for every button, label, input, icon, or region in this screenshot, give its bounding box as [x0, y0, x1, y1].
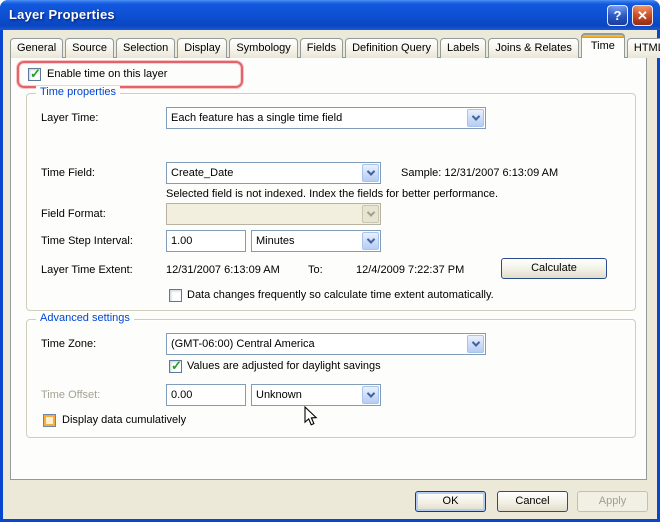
index-warning-text: Selected field is not indexed. Index the… — [166, 188, 499, 200]
time-field-value: Create_Date — [171, 167, 234, 179]
display-cumulatively-checkbox[interactable] — [43, 414, 56, 427]
window-title: Layer Properties — [9, 7, 115, 22]
chevron-down-icon[interactable] — [467, 109, 484, 127]
tab-display[interactable]: Display — [177, 38, 228, 58]
auto-calculate-checkbox[interactable] — [169, 289, 182, 302]
tab-selection[interactable]: Selection — [116, 38, 176, 58]
tab-time[interactable]: Time — [580, 33, 625, 58]
tab-joins-relates[interactable]: Joins & Relates — [488, 38, 579, 58]
field-format-label: Field Format: — [41, 208, 106, 220]
daylight-savings-label: Values are adjusted for daylight savings — [187, 360, 381, 372]
chevron-down-icon[interactable] — [467, 335, 484, 353]
dialog-body: General Source Selection Display Symbolo… — [3, 30, 660, 519]
title-bar[interactable]: Layer Properties ? ✕ — [0, 0, 660, 30]
time-field-sample: Sample: 12/31/2007 6:13:09 AM — [401, 167, 559, 179]
extent-end-value: 12/4/2009 7:22:37 PM — [356, 264, 465, 276]
layer-time-value: Each feature has a single time field — [171, 112, 343, 124]
time-field-select[interactable]: Create_Date — [166, 162, 381, 184]
auto-calculate-label: Data changes frequently so calculate tim… — [187, 289, 494, 301]
calculate-button[interactable]: Calculate — [501, 258, 607, 279]
tab-labels[interactable]: Labels — [439, 38, 487, 58]
close-icon[interactable]: ✕ — [632, 5, 653, 26]
help-icon[interactable]: ? — [607, 5, 628, 26]
tab-strip: General Source Selection Display Symbolo… — [10, 33, 660, 58]
time-tab-page: Enable time on this layer Time propertie… — [10, 57, 647, 480]
field-format-select — [166, 203, 381, 225]
time-step-unit-select[interactable]: Minutes — [251, 230, 381, 252]
cancel-button[interactable]: Cancel — [497, 491, 568, 512]
time-step-unit-value: Minutes — [256, 235, 295, 247]
tab-html-popup[interactable]: HTML Popup — [626, 38, 660, 58]
time-zone-label: Time Zone: — [41, 338, 97, 350]
time-field-label: Time Field: — [41, 167, 95, 179]
layer-time-label: Layer Time: — [41, 112, 99, 124]
tab-fields[interactable]: Fields — [299, 38, 344, 58]
layer-properties-dialog: Layer Properties ? ✕ General Source Sele… — [0, 0, 660, 522]
layer-time-select[interactable]: Each feature has a single time field — [166, 107, 486, 129]
advanced-settings-group-title: Advanced settings — [36, 312, 134, 324]
display-cumulatively-label: Display data cumulatively — [62, 414, 187, 426]
time-offset-unit-value: Unknown — [256, 389, 302, 401]
ok-button[interactable]: OK — [415, 491, 486, 512]
chevron-down-icon[interactable] — [362, 386, 379, 404]
tab-definition-query[interactable]: Definition Query — [345, 38, 438, 58]
time-step-value-input[interactable] — [166, 230, 246, 252]
chevron-down-icon[interactable] — [362, 232, 379, 250]
time-offset-unit-select[interactable]: Unknown — [251, 384, 381, 406]
extent-start-value: 12/31/2007 6:13:09 AM — [166, 264, 280, 276]
tab-general[interactable]: General — [10, 38, 64, 58]
time-properties-group-title: Time properties — [36, 86, 121, 98]
time-offset-value-input[interactable] — [166, 384, 246, 406]
enable-time-checkbox[interactable] — [28, 66, 41, 82]
chevron-down-icon[interactable] — [362, 164, 379, 182]
chevron-down-icon — [362, 205, 379, 223]
tab-source[interactable]: Source — [65, 38, 114, 58]
time-step-label: Time Step Interval: — [41, 235, 133, 247]
time-zone-select[interactable]: (GMT-06:00) Central America — [166, 333, 486, 355]
extent-label: Layer Time Extent: — [41, 264, 133, 276]
time-zone-value: (GMT-06:00) Central America — [171, 338, 315, 350]
daylight-savings-checkbox[interactable] — [169, 358, 182, 374]
extent-to-label: To: — [308, 264, 323, 276]
mouse-cursor — [304, 406, 318, 426]
apply-button[interactable]: Apply — [577, 491, 648, 512]
tab-symbology[interactable]: Symbology — [229, 38, 298, 58]
enable-time-label: Enable time on this layer — [47, 68, 168, 80]
time-offset-label: Time Offset: — [41, 389, 101, 401]
